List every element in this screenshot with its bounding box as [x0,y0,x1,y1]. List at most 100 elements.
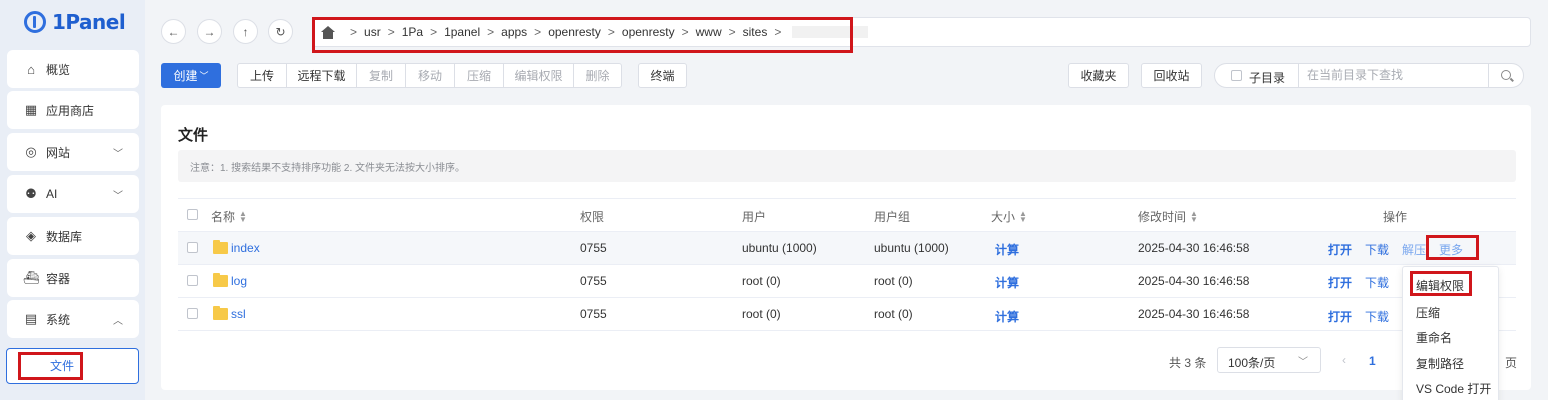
table-row-hover [178,232,1516,264]
column-header-permission: 权限 [580,210,605,224]
sidebar-item-label: 网站 [46,145,71,160]
permission-cell[interactable]: 0755 [580,307,607,321]
breadcrumb-item[interactable]: www [696,25,722,39]
chevron-down-icon: ﹀ [199,71,209,81]
breadcrumb-item[interactable]: openresty [548,25,601,39]
arrow-left-icon: ← [167,24,180,39]
sidebar-item-label: 系统 [46,312,71,327]
user-cell: root (0) [742,307,781,321]
home-icon[interactable] [321,25,335,39]
group-cell: ubuntu (1000) [874,241,949,255]
breadcrumb-item[interactable]: apps [501,25,527,39]
upload-button[interactable]: 上传 [238,64,287,87]
column-header-mtime[interactable]: 修改时间 ▲ ▼ [1138,208,1198,225]
sidebar-item-label: 应用商店 [46,103,95,118]
breadcrumb-item[interactable]: openresty [622,25,675,39]
group-cell: root (0) [874,307,913,321]
menu-item-copy-path[interactable]: 复制路径 [1416,355,1464,372]
sidebar-item-system[interactable]: ▤ 系统 ︿ [7,300,139,338]
calculate-size-link[interactable]: 计算 [995,274,1019,291]
breadcrumb-separator: > [728,25,736,39]
calculate-size-link[interactable]: 计算 [995,241,1019,258]
row-checkbox[interactable] [187,308,198,319]
permission-cell[interactable]: 0755 [580,241,607,255]
highlight-box [1426,235,1479,260]
search-input[interactable] [1307,67,1487,83]
recycle-bin-button[interactable]: 回收站 [1141,63,1202,88]
breadcrumb-separator: > [607,25,615,39]
page-suffix: 页 [1505,356,1518,370]
page-size-select[interactable]: 100条/页 ﹀ [1217,347,1321,373]
server-icon: ▤ [24,311,38,326]
breadcrumb-separator: > [774,25,782,39]
download-action[interactable]: 下载 [1365,308,1389,325]
sidebar-item-label: 文件 [49,359,74,373]
pagination-total: 共 3 条 [1169,356,1207,370]
highlight-box [1410,271,1472,296]
back-button[interactable]: ← [161,19,186,44]
sidebar-item-overview[interactable]: ⌂ 概览 [7,50,139,88]
menu-item-rename[interactable]: 重命名 [1416,329,1452,346]
page-title: 文件 [178,127,209,144]
layers-icon: ◈ [26,228,36,243]
sidebar-item-ai[interactable]: ⚉ AI ﹀ [7,175,139,213]
user-cell: root (0) [742,274,781,288]
download-action[interactable]: 下载 [1365,274,1389,291]
folder-icon [213,273,228,287]
arrow-up-icon: ↑ [242,24,249,39]
terminal-button[interactable]: 终端 [638,63,687,88]
sidebar-item-container[interactable]: ⛴ 容器 [7,259,139,297]
search-icon[interactable] [1501,70,1511,80]
sort-icon: ▲ ▼ [239,208,247,224]
breadcrumb-item[interactable]: 1panel [444,25,480,39]
move-button[interactable]: 移动 [406,64,455,87]
file-name-link[interactable]: ssl [231,307,246,321]
sidebar-item-files[interactable]: 文件 [6,348,139,384]
subdir-checkbox[interactable] [1231,70,1242,81]
column-header-name[interactable]: 名称 ▲ ▼ [211,208,247,225]
home-icon: ⌂ [27,61,35,77]
select-all-checkbox[interactable] [187,209,198,220]
file-name-link[interactable]: index [231,241,260,255]
current-page[interactable]: 1 [1369,354,1376,368]
sidebar-item-label: 概览 [46,62,71,77]
menu-item-open-vscode[interactable]: VS Code 打开 [1416,380,1491,397]
remote-download-button[interactable]: 远程下载 [287,64,357,87]
copy-button[interactable]: 复制 [357,64,406,87]
arrow-right-icon: → [203,24,216,39]
create-button[interactable]: 创建 ﹀ [161,63,221,88]
download-action[interactable]: 下载 [1365,241,1389,258]
delete-button[interactable]: 删除 [574,64,621,87]
sidebar-item-website[interactable]: ◎ 网站 ﹀ [7,133,139,171]
permission-cell[interactable]: 0755 [580,274,607,288]
unzip-action[interactable]: 解压 [1402,241,1426,258]
open-action[interactable]: 打开 [1328,241,1352,258]
row-checkbox[interactable] [187,242,198,253]
breadcrumb-separator: > [487,25,495,39]
sidebar-item-app-store[interactable]: ▦ 应用商店 [7,91,139,129]
calculate-size-link[interactable]: 计算 [995,308,1019,325]
menu-item-compress[interactable]: 压缩 [1416,304,1440,321]
compress-button[interactable]: 压缩 [455,64,504,87]
subdir-label: 子目录 [1249,71,1286,85]
file-name-link[interactable]: log [231,274,247,288]
open-action[interactable]: 打开 [1328,274,1352,291]
column-header-user: 用户 [742,210,767,224]
breadcrumb-item[interactable]: 1Pa [402,25,423,39]
mtime-cell: 2025-04-30 16:46:58 [1138,241,1250,255]
refresh-button[interactable]: ↻ [268,19,293,44]
breadcrumb-item[interactable]: usr [364,25,381,39]
logo[interactable]: 1Panel [24,10,126,34]
breadcrumb-item[interactable]: sites [743,25,768,39]
column-header-size[interactable]: 大小 ▲ ▼ [991,208,1027,225]
forward-button[interactable]: → [197,19,222,44]
divider [178,330,1516,331]
prev-page-button[interactable]: ‹ [1342,353,1346,367]
up-button[interactable]: ↑ [233,19,258,44]
row-checkbox[interactable] [187,275,198,286]
open-action[interactable]: 打开 [1328,308,1352,325]
favorites-button[interactable]: 收藏夹 [1068,63,1129,88]
sidebar-item-database[interactable]: ◈ 数据库 [7,217,139,255]
file-actions-group: 上传 远程下载 复制 移动 压缩 编辑权限 删除 [237,63,622,88]
edit-permission-button[interactable]: 编辑权限 [504,64,574,87]
